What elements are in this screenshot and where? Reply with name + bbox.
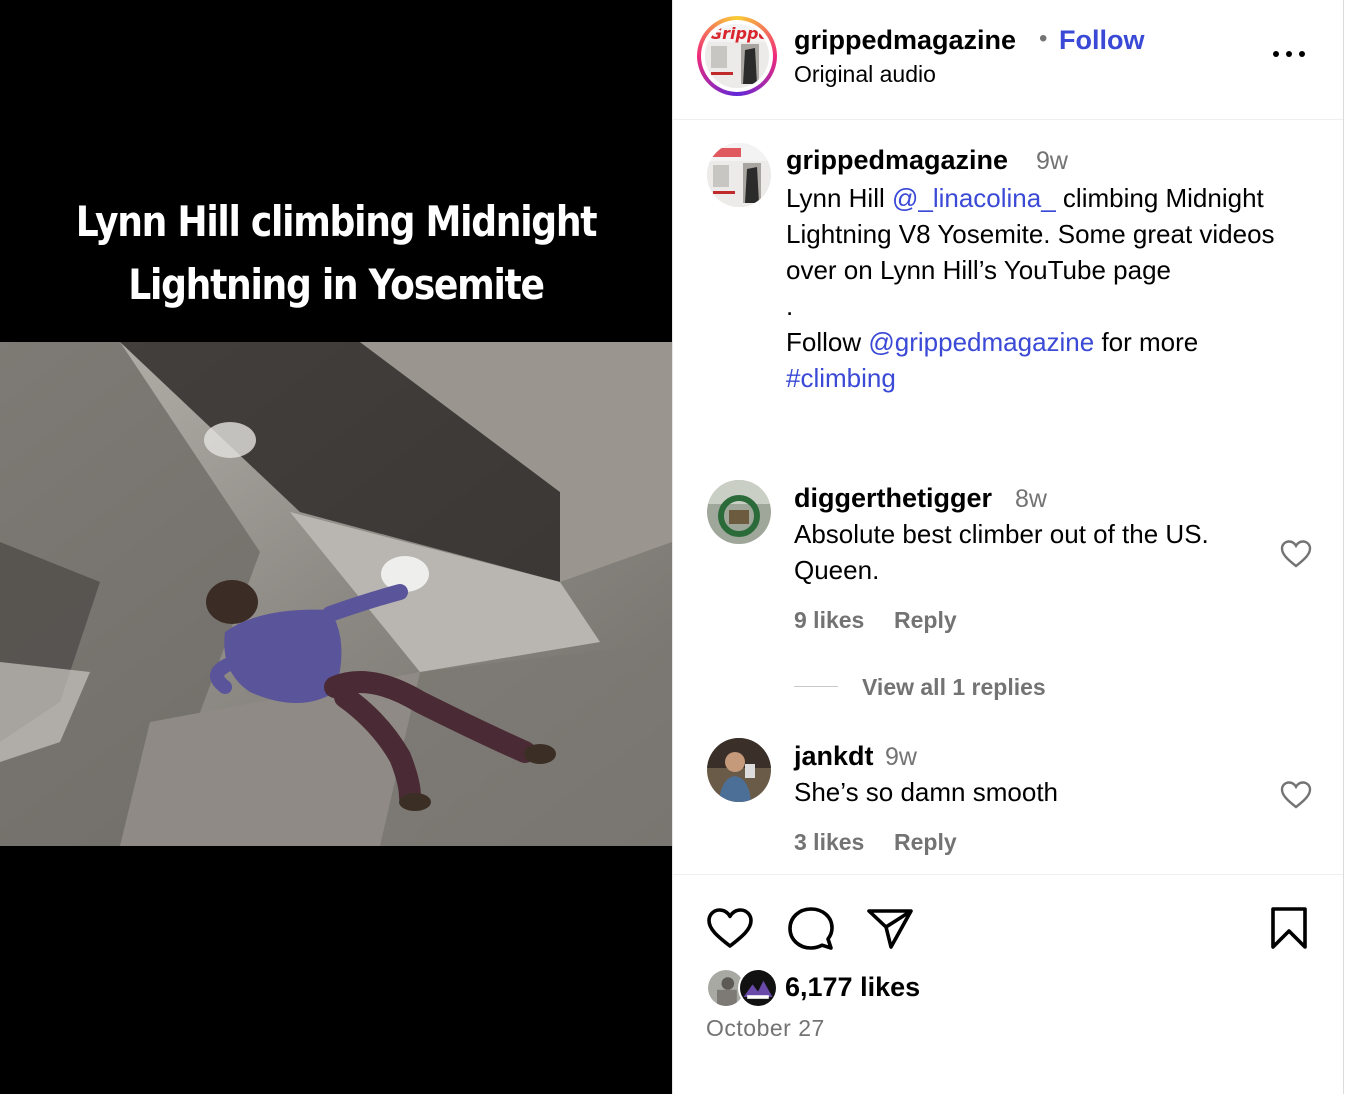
header-username[interactable]: grippedmagazine (794, 25, 1016, 56)
commenter-avatar[interactable] (707, 480, 771, 544)
video-overlay-caption: Lynn Hill climbing Midnight Lightning in… (47, 190, 625, 316)
post-media[interactable]: Lynn Hill climbing Midnight Lightning in… (0, 0, 672, 1094)
post-details-panel: Gripped grippedmagazine • Follow Origina… (672, 0, 1344, 1094)
caption-follow-line: Follow @grippedmagazine for more (786, 327, 1199, 357)
follow-button[interactable]: Follow (1059, 25, 1144, 56)
post-header: Gripped grippedmagazine • Follow Origina… (673, 0, 1343, 120)
header-separator: • (1039, 25, 1048, 52)
bookmark-icon[interactable] (1270, 906, 1308, 950)
video-caption-line-1: Lynn Hill climbing Midnight (75, 197, 598, 246)
caption-username[interactable]: grippedmagazine (786, 145, 1008, 176)
view-replies-button[interactable]: View all 1 replies (862, 674, 1046, 701)
commenter-avatar-image (707, 480, 771, 544)
comment-username[interactable]: jankdt (794, 741, 874, 772)
caption-paragraph: Lynn Hill @_linacolina_ climbing Midnigh… (786, 183, 1275, 285)
comment-username[interactable]: diggerthetigger (794, 483, 992, 514)
author-avatar[interactable]: Gripped (705, 24, 769, 88)
comment-likes-count[interactable]: 3 likes (794, 829, 864, 856)
likes-count[interactable]: 6,177 likes (785, 972, 920, 1003)
comments-section[interactable]: grippedmagazine 9w Lynn Hill @_linacolin… (673, 121, 1343, 874)
comment-like-heart-icon[interactable] (1280, 539, 1312, 569)
mention-link[interactable]: @_linacolina_ (892, 183, 1056, 213)
caption-dot: . (786, 291, 794, 321)
comment-text: Absolute best climber out of the US. Que… (794, 519, 1209, 585)
caption-author-avatar[interactable] (707, 143, 771, 207)
post-date[interactable]: October 27 (706, 1015, 825, 1042)
comment-icon[interactable] (788, 906, 834, 952)
caption-timestamp[interactable]: 9w (1036, 147, 1068, 176)
post-actions: 6,177 likes October 27 (673, 874, 1343, 1094)
audio-label[interactable]: Original audio (794, 61, 936, 88)
caption-text: Lynn Hill @_linacolina_ climbing Midnigh… (786, 180, 1316, 396)
story-ring[interactable]: Gripped (697, 16, 777, 96)
magazine-cover-avatar: Gripped (705, 24, 769, 88)
more-options-icon[interactable] (1271, 44, 1307, 64)
comment-like-heart-icon[interactable] (1280, 780, 1312, 810)
comment-timestamp[interactable]: 9w (885, 743, 917, 772)
heart-icon[interactable] (706, 906, 754, 950)
share-icon[interactable] (866, 908, 914, 950)
comment-likes-count[interactable]: 9 likes (794, 607, 864, 634)
commenter-avatar[interactable] (707, 738, 771, 802)
comment-reply-button[interactable]: Reply (894, 829, 957, 856)
video-caption-line-2: Lightning in Yosemite (128, 260, 545, 309)
comment-text: She’s so damn smooth (794, 777, 1058, 807)
video-frame[interactable] (0, 342, 672, 846)
comment-reply-button[interactable]: Reply (894, 607, 957, 634)
mention-link[interactable]: @grippedmagazine (868, 327, 1094, 357)
commenter-avatar-image (707, 738, 771, 802)
liked-by-avatars[interactable] (706, 968, 780, 1008)
liker-avatar (738, 968, 778, 1008)
comment-timestamp[interactable]: 8w (1015, 485, 1047, 514)
replies-divider (794, 686, 838, 687)
magazine-cover-avatar (707, 143, 771, 207)
hashtag-link[interactable]: #climbing (786, 360, 1316, 396)
climbing-video-still (0, 342, 672, 846)
